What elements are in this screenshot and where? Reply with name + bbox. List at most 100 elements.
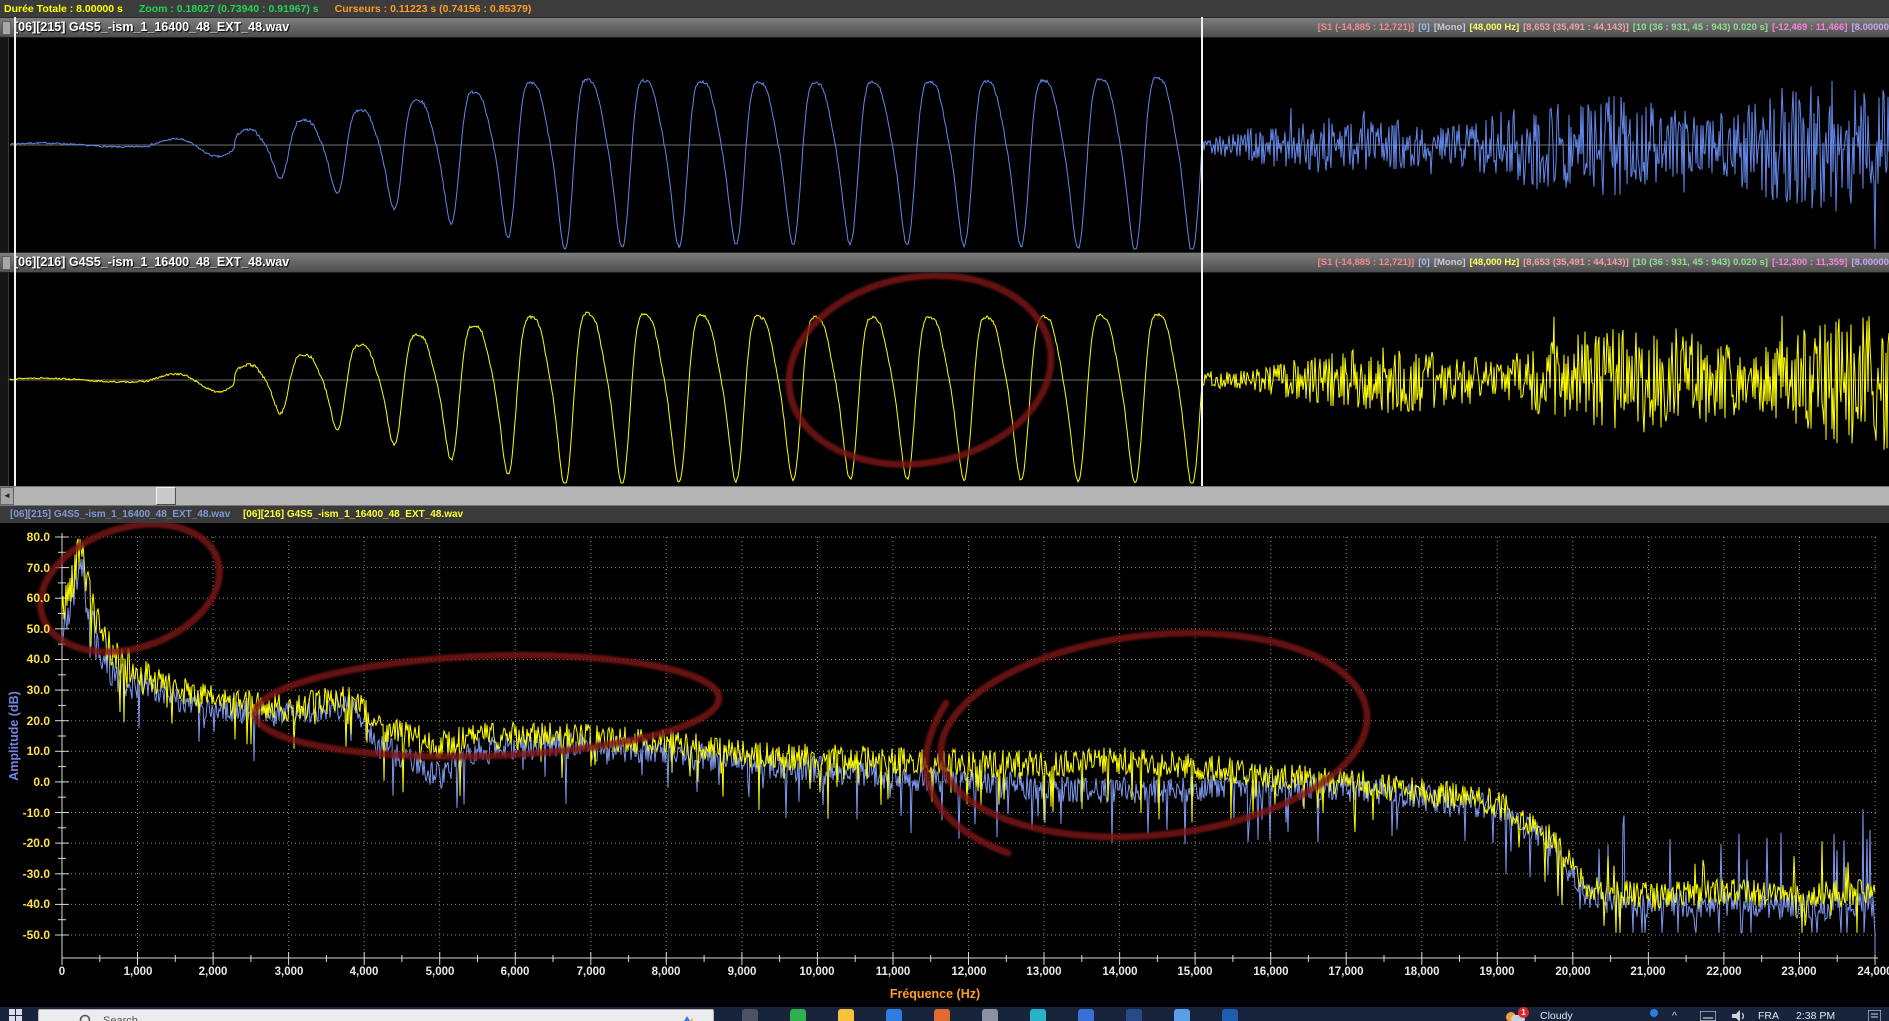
track2-status-field: [Mono] (1434, 257, 1466, 268)
track1-status-field: [S1 (-14,885 : 12,721)] (1318, 22, 1415, 33)
y-tick-label: -50.0 (0, 928, 50, 942)
taskbar: Search 1 Cloudy ^ FRA 2:38 PM (0, 1007, 1889, 1021)
x-tick-label: 9,000 (712, 966, 772, 978)
language-indicator[interactable]: FRA (1758, 1010, 1779, 1021)
left-cursor-line[interactable] (14, 17, 16, 486)
x-tick-label: 8,000 (636, 966, 696, 978)
x-tick-label: 20,000 (1543, 966, 1603, 978)
audio-editor-window: Durée Totale : 8.00000 s Zoom : 0.18027 … (0, 0, 1889, 1021)
tray-app-icon[interactable] (1650, 1009, 1658, 1017)
y-tick-label: 50.0 (0, 622, 50, 636)
x-tick-label: 12,000 (939, 966, 999, 978)
track2-status-field: [0] (1418, 257, 1430, 268)
track1-grip-icon[interactable] (2, 21, 11, 35)
y-tick-label: -20.0 (0, 836, 50, 850)
spectrum-y-axis-title: Amplitude (dB) (7, 676, 21, 796)
speaker-icon[interactable] (1732, 1010, 1746, 1021)
taskbar-search-box[interactable]: Search (38, 1009, 714, 1021)
x-tick-label: 3,000 (259, 966, 319, 978)
legend-tab-track1[interactable]: [06][215] G4S5_-ism_1_16400_48_EXT_48.wa… (10, 509, 230, 520)
taskbar-onedrive-icon[interactable] (886, 1009, 902, 1021)
track2-waveform[interactable] (0, 273, 1889, 486)
x-tick-label: 21,000 (1618, 966, 1678, 978)
keyboard-icon[interactable] (1700, 1011, 1716, 1021)
taskbar-folder-icon[interactable] (838, 1009, 854, 1021)
x-tick-label: 6,000 (485, 966, 545, 978)
track1-status-field: [Mono] (1434, 22, 1466, 33)
taskbar-app-orange-icon[interactable] (934, 1009, 950, 1021)
weather-icon[interactable]: 1 (1506, 1009, 1528, 1021)
x-tick-label: 2,000 (183, 966, 243, 978)
track2-status: [S1 (-14,885 : 12,721)][0] [Mono][48,000 … (1314, 253, 1889, 272)
y-tick-label: 80.0 (0, 530, 50, 544)
track2-header[interactable]: [06][216] G4S5_-ism_1_16400_48_EXT_48.wa… (0, 252, 1889, 273)
start-button-icon[interactable] (9, 1009, 22, 1021)
x-tick-label: 5,000 (410, 966, 470, 978)
track1-title: [06][215] G4S5_-ism_1_16400_48_EXT_48.wa… (14, 18, 289, 37)
track2-title: [06][216] G4S5_-ism_1_16400_48_EXT_48.wa… (14, 253, 289, 272)
x-tick-label: 19,000 (1467, 966, 1527, 978)
x-tick-label: 18,000 (1392, 966, 1452, 978)
x-tick-label: 4,000 (334, 966, 394, 978)
track1-waveform[interactable] (0, 38, 1889, 252)
x-tick-label: 23,000 (1769, 966, 1829, 978)
x-tick-label: 0 (32, 966, 92, 978)
track2-status-field: [S1 (-14,885 : 12,721)] (1318, 257, 1415, 268)
x-tick-label: 10,000 (787, 966, 847, 978)
x-tick-label: 24,000 (1845, 966, 1889, 978)
x-tick-label: 22,000 (1694, 966, 1754, 978)
zoom-readout: Zoom : 0.18027 (0.73940 : 0.91967) s (139, 3, 319, 15)
track1-header[interactable]: [06][215] G4S5_-ism_1_16400_48_EXT_48.wa… (0, 17, 1889, 38)
spectrum-x-axis-title: Fréquence (Hz) (845, 987, 1025, 1001)
y-tick-label: -10.0 (0, 806, 50, 820)
tray-chevron-icon[interactable]: ^ (1672, 1010, 1677, 1021)
track1-status-field: [0] (1418, 22, 1430, 33)
waveform-trace (10, 77, 1889, 249)
y-tick-label: 60.0 (0, 591, 50, 605)
track2-left-gutter (0, 273, 9, 486)
x-tick-label: 13,000 (1014, 966, 1074, 978)
track1-status: [S1 (-14,885 : 12,721)][0][Mono][48,000 … (1314, 18, 1889, 37)
notification-badge: 1 (1518, 1007, 1529, 1018)
track2-grip-icon[interactable] (2, 256, 11, 270)
red-annotations (24, 523, 1377, 857)
clock[interactable]: 2:38 PM (1796, 1010, 1835, 1021)
track2-status-field: [10 (36 : 931, 45 : 943) 0.020 s] (1633, 257, 1768, 268)
taskbar-browser-green-icon[interactable] (790, 1009, 806, 1021)
x-tick-label: 7,000 (561, 966, 621, 978)
taskbar-word-icon[interactable] (1222, 1009, 1238, 1021)
y-tick-label: 40.0 (0, 652, 50, 666)
y-tick-label: -30.0 (0, 867, 50, 881)
horizontal-scrollbar[interactable]: ◄ (0, 486, 1889, 506)
taskbar-app-lightblue-icon[interactable] (1174, 1009, 1190, 1021)
taskbar-app-teal-icon[interactable] (1030, 1009, 1046, 1021)
taskbar-app-blue-icon[interactable] (1078, 1009, 1094, 1021)
right-cursor-line[interactable] (1201, 17, 1203, 486)
track1-status-field: [8.00000 (1851, 22, 1889, 33)
y-tick-label: 70.0 (0, 561, 50, 575)
track1-left-gutter (0, 38, 9, 252)
track2-status-field: [48,000 Hz] (1469, 257, 1519, 268)
track1-status-field: [10 (36 : 931, 45 : 943) 0.020 s] (1633, 22, 1768, 33)
x-tick-label: 15,000 (1165, 966, 1225, 978)
x-tick-label: 16,000 (1241, 966, 1301, 978)
total-duration-readout: Durée Totale : 8.00000 s (4, 3, 123, 15)
taskbar-task-view-icon[interactable] (742, 1009, 758, 1021)
search-highlights-icon[interactable] (679, 1014, 695, 1021)
track2-status-field: [8.00000 (1851, 257, 1889, 268)
y-tick-label: -40.0 (0, 897, 50, 911)
scroll-left-button[interactable]: ◄ (0, 487, 14, 505)
taskbar-app-navy-icon[interactable] (1126, 1009, 1142, 1021)
track2-status-field: [-12,300 : 11,359] (1772, 257, 1848, 268)
action-center-icon[interactable] (1868, 1010, 1881, 1021)
taskbar-app-gray-icon[interactable] (982, 1009, 998, 1021)
track1-status-field: [-12,469 : 11,466] (1772, 22, 1848, 33)
track2-status-field: [8,653 (35,491 : 44,143)] (1523, 257, 1629, 268)
weather-text[interactable]: Cloudy (1540, 1010, 1573, 1021)
legend-tab-track2[interactable]: [06][216] G4S5_-ism_1_16400_48_EXT_48.wa… (243, 509, 463, 520)
x-tick-label: 1,000 (108, 966, 168, 978)
x-tick-label: 14,000 (1090, 966, 1150, 978)
scrollbar-thumb[interactable] (156, 487, 176, 505)
spectrum-panel[interactable]: 80.070.060.050.040.030.020.010.00.0-10.0… (0, 523, 1889, 1007)
info-toolbar: Durée Totale : 8.00000 s Zoom : 0.18027 … (0, 0, 1889, 17)
